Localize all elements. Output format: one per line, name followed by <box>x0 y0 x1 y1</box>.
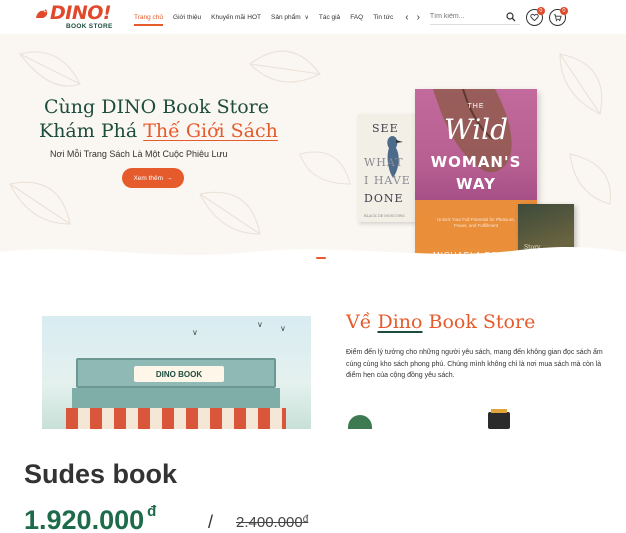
logo-subtext: BOOK STORE <box>66 23 113 30</box>
bird-icon: ∨ <box>257 320 263 329</box>
chevron-right-icon[interactable]: › <box>417 12 420 23</box>
about-title-suffix: Book Store <box>428 311 536 333</box>
hero-cta-label: Xem thêm <box>133 174 164 182</box>
store-sign-plate: DINO BOOK <box>134 366 224 382</box>
feature-icon <box>348 415 372 429</box>
arrow-right-icon: → <box>166 174 173 182</box>
book-title-line: DONE <box>364 192 404 205</box>
product-price: 1.920.000 đ <box>24 503 157 533</box>
slide-indicator[interactable] <box>316 257 326 259</box>
old-price-currency: đ <box>302 514 309 525</box>
hero-cta-button[interactable]: Xem thêm → <box>122 168 184 188</box>
book-title-way: WAY <box>456 175 496 193</box>
search-input[interactable] <box>429 13 502 20</box>
hero-title-line1: Cùng DINO Book Store <box>44 96 270 118</box>
product-name: Sudes book <box>24 459 178 489</box>
book-title-the: THE <box>467 103 485 110</box>
page: DINO! BOOK STORE Trang chủ Giới thiệu Kh… <box>0 0 626 533</box>
hero-subtitle: Nơi Mỗi Trang Sách Là Một Cuộc Phiêu Lưu <box>50 149 228 159</box>
store-wall <box>72 388 280 410</box>
nav-item-about[interactable]: Giới thiệu <box>173 14 201 21</box>
main-nav: Trang chủ Giới thiệu Khuyến mãi HOT Sản … <box>134 12 420 26</box>
book-cover-see-what-i-have-done[interactable]: SEE WHAT I HAVE DONE BLACK DE MOSCOWS <box>358 114 418 222</box>
bird-icon: ∨ <box>192 328 198 337</box>
book-title-line: WHAT <box>364 156 404 169</box>
about-title-prefix: Về <box>346 311 372 333</box>
hero-title-highlight: Thế Giới Sách <box>143 120 278 142</box>
hero-banner: Cùng DINO Book Store Khám Phá Thế Giới S… <box>0 34 626 264</box>
hero-title-line2: Khám Phá Thế Giới Sách <box>39 120 278 142</box>
nav-item-news[interactable]: Tin tức <box>373 14 393 21</box>
site-header: DINO! BOOK STORE Trang chủ Giới thiệu Kh… <box>0 0 626 34</box>
book-title-wild: Wild <box>443 113 509 146</box>
about-title-underlined: Dino <box>377 311 423 333</box>
cart-button[interactable]: 0 <box>548 6 568 26</box>
cart-count-badge: 0 <box>559 6 568 15</box>
old-price-value: 2.400.000 <box>236 514 303 531</box>
price-value: 1.920.000 <box>24 505 145 533</box>
nav-item-faq[interactable]: FAQ <box>350 14 363 21</box>
price-separator: / <box>208 512 214 532</box>
wishlist-button[interactable]: 0 <box>525 6 545 26</box>
chevron-left-icon[interactable]: ‹ <box>405 12 408 23</box>
about-section: ∨ ∨ ∨ DINO BOOK Về Dino Book Store Điểm … <box>0 264 626 429</box>
logo[interactable]: DINO! BOOK STORE <box>36 2 120 32</box>
chevron-down-icon: ∨ <box>304 14 309 21</box>
book-tagline: Unlock Your Full Potential for Pleasure,… <box>436 217 516 228</box>
logo-text: DINO! <box>50 2 112 24</box>
store-sign: DINO BOOK <box>76 358 276 388</box>
hero-title-prefix: Khám Phá <box>39 120 138 142</box>
bird-icon: ∨ <box>280 324 286 333</box>
product-old-price: 2.400.000đ <box>236 514 308 531</box>
nav-item-home[interactable]: Trang chủ <box>134 14 164 26</box>
about-title: Về Dino Book Store <box>346 311 535 333</box>
hero-wave-divider <box>0 246 626 264</box>
store-awning <box>66 408 286 429</box>
wishlist-count-badge: 0 <box>536 6 545 15</box>
nav-item-products-label: Sản phẩm <box>271 13 301 21</box>
dino-logo-icon <box>36 9 48 18</box>
book-author: BLACK DE MOSCOWS <box>364 214 405 218</box>
nav-item-products[interactable]: Sản phẩm ∨ <box>271 14 309 21</box>
product-info: Sudes book 1.920.000 đ / 2.400.000đ <box>0 429 626 533</box>
about-description: Điểm đến lý tưởng cho những người yêu sá… <box>346 349 603 379</box>
search-box <box>429 9 520 25</box>
storefront-illustration: ∨ ∨ ∨ DINO BOOK <box>42 316 311 429</box>
book-title-woman: WOMAN'S <box>430 153 522 171</box>
book-title-line: I HAVE <box>364 174 411 187</box>
search-icon[interactable] <box>506 11 516 22</box>
price-currency: đ <box>147 503 157 520</box>
nav-item-authors[interactable]: Tác giả <box>319 14 340 21</box>
nav-scroll-arrows: ‹ › <box>405 12 420 23</box>
nav-item-promotions[interactable]: Khuyến mãi HOT <box>211 14 261 21</box>
feature-icon <box>488 409 510 429</box>
